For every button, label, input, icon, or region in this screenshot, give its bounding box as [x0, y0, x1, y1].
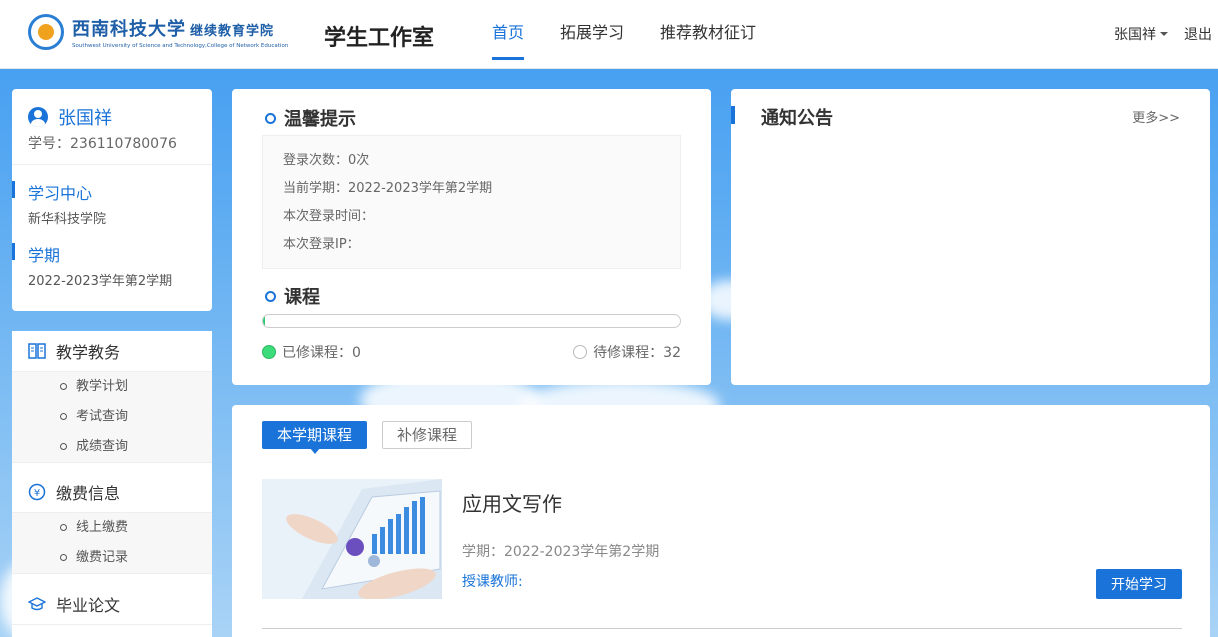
menu-section-label: 缴费信息: [56, 484, 121, 503]
notice-card: 通知公告 更多>>: [731, 89, 1210, 385]
study-center-label: 学习中心: [11, 180, 92, 204]
login-time: 本次登录时间：: [283, 209, 375, 224]
notice-title: 通知公告: [761, 108, 833, 129]
term-label: 学期: [11, 242, 60, 266]
menu-section-payment[interactable]: ¥ 缴费信息: [12, 472, 212, 513]
top-header: 西南科技大学 继续教育学院 Southwest University of Sci…: [0, 0, 1218, 69]
menu-section-label: 毕业论文: [56, 596, 121, 615]
logout-link[interactable]: 退出: [1184, 24, 1212, 44]
divider: [262, 628, 1182, 629]
menu-submenu-teaching: 教学计划 考试查询 成绩查询: [12, 372, 212, 463]
book-icon: [28, 343, 46, 359]
course-title[interactable]: 应用文写作: [462, 488, 562, 517]
section-marker: [731, 106, 735, 124]
site-title: 学生工作室: [324, 26, 435, 51]
tips-box: 登录次数：0次 当前学期：2022-2023学年第2学期 本次登录时间： 本次登…: [262, 135, 681, 269]
side-menu: 教学教务 教学计划 考试查询 成绩查询 ¥ 缴费信息 线上缴费 缴费记录 毕业论…: [12, 331, 212, 637]
tablet-chart-image: [262, 479, 442, 599]
course-progress-title: 课程: [284, 287, 320, 308]
user-menu[interactable]: 张国祥: [1114, 24, 1156, 44]
pending-dot-icon: [573, 345, 588, 359]
study-center-value: 新华科技学院: [28, 212, 107, 227]
university-logo[interactable]: 西南科技大学 继续教育学院 Southwest University of Sci…: [28, 14, 288, 50]
nav-home[interactable]: 首页: [492, 0, 525, 69]
completed-courses: 已修课程：0: [282, 345, 361, 361]
profile-name: 张国祥: [58, 108, 112, 129]
menu-section-teaching[interactable]: 教学教务: [12, 331, 212, 372]
menu-item-grade-query[interactable]: 成绩查询: [12, 432, 212, 462]
tab-makeup-courses[interactable]: 补修课程: [382, 421, 473, 449]
course-progress-bar: [262, 314, 681, 328]
term-value: 2022-2023学年第2学期: [28, 274, 173, 289]
main-nav: 首页 拓展学习 推荐教材征订: [492, 0, 792, 69]
caret-down-icon[interactable]: [1160, 32, 1168, 36]
university-emblem-icon: [28, 14, 64, 50]
menu-item-payment-records[interactable]: 缴费记录: [12, 543, 212, 573]
divider: [12, 164, 212, 165]
current-term: 当前学期：2022-2023学年第2学期: [283, 181, 493, 196]
logo-name-cn: 西南科技大学: [72, 19, 186, 40]
menu-item-exam-query[interactable]: 考试查询: [12, 402, 212, 432]
ring-icon: [265, 112, 276, 124]
pending-courses: 待修课程：32: [593, 345, 681, 361]
tips-card: 温馨提示 登录次数：0次 当前学期：2022-2023学年第2学期 本次登录时间…: [232, 89, 711, 385]
logo-name-en: Southwest University of Science and Tech…: [72, 43, 289, 49]
menu-section-thesis[interactable]: 毕业论文: [12, 584, 212, 625]
menu-section-label: 教学教务: [56, 343, 121, 362]
user-avatar-icon: [28, 107, 48, 127]
menu-submenu-payment: 线上缴费 缴费记录: [12, 513, 212, 574]
yen-icon: ¥: [28, 483, 46, 501]
menu-item-teaching-plan[interactable]: 教学计划: [12, 372, 212, 402]
graduation-cap-icon: [28, 597, 46, 611]
nav-extended-learning[interactable]: 拓展学习: [560, 0, 624, 69]
course-teacher: 授课教师:: [462, 574, 523, 590]
tips-title: 温馨提示: [284, 109, 356, 130]
start-learning-button[interactable]: 开始学习: [1096, 569, 1182, 599]
courses-card: 本学期课程 补修课程 应用文写作 学期：2022-2023学年第2学期 授课教师…: [232, 405, 1210, 637]
login-ip: 本次登录IP：: [283, 237, 360, 252]
logo-college-cn: 继续教育学院: [190, 23, 275, 38]
ring-icon: [265, 290, 276, 302]
completed-dot-icon: [262, 345, 276, 359]
svg-text:¥: ¥: [34, 488, 40, 499]
profile-card: 张国祥 学号：236110780076 学习中心 新华科技学院 学期 2022-…: [11, 89, 212, 311]
notice-more-link[interactable]: 更多>>: [1132, 107, 1180, 126]
student-id: 学号：236110780076: [28, 136, 177, 152]
course-progress-fill: [263, 315, 265, 327]
menu-item-online-payment[interactable]: 线上缴费: [12, 513, 212, 543]
user-area: 张国祥 退出: [1114, 24, 1212, 44]
course-thumbnail[interactable]: [262, 479, 442, 599]
course-term: 学期：2022-2023学年第2学期: [462, 544, 660, 560]
login-count: 登录次数：0次: [283, 153, 370, 168]
nav-textbook-order[interactable]: 推荐教材征订: [660, 0, 756, 69]
tab-current-term-courses[interactable]: 本学期课程: [262, 421, 368, 454]
